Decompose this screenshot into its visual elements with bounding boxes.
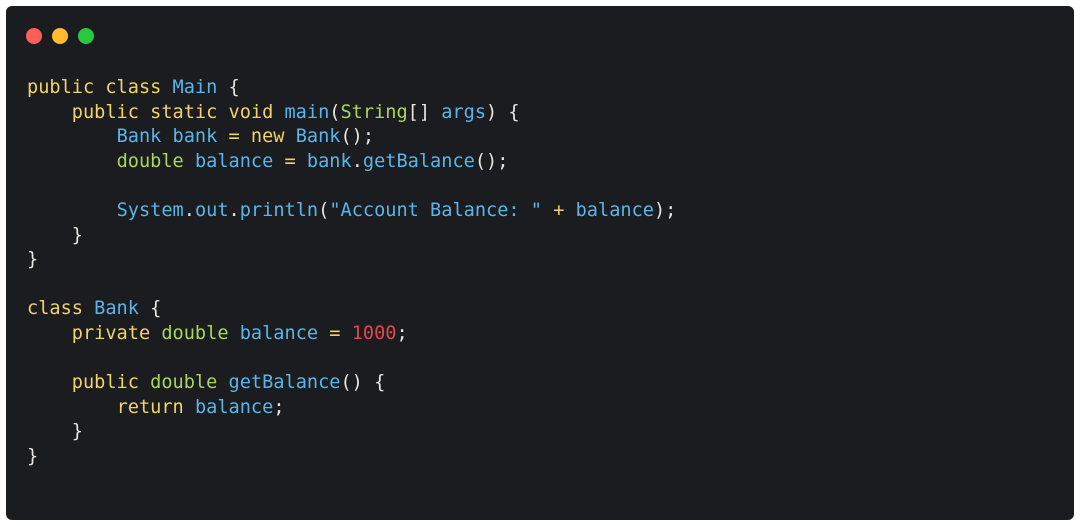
code-line: Bank bank = new Bank(); (27, 125, 676, 150)
code-token: = (217, 126, 251, 148)
close-dot-icon[interactable] (26, 28, 42, 44)
code-line: double balance = bank.getBalance(); (27, 150, 676, 175)
code-token: public (71, 372, 151, 394)
code-token: { (138, 298, 162, 320)
code-line: public double getBalance() { (27, 371, 676, 396)
code-token: (); (340, 126, 375, 148)
code-block: public class Main { public static void m… (27, 76, 676, 470)
code-token: new (250, 126, 296, 148)
code-window: public class Main { public static void m… (6, 6, 1074, 520)
code-token: + (542, 199, 576, 221)
code-line: } (27, 248, 676, 273)
code-token: bank (306, 150, 352, 172)
code-token: [] (407, 101, 442, 123)
code-token: } (27, 249, 39, 271)
code-token: double (116, 150, 195, 172)
code-token: Main (172, 77, 218, 98)
code-line: return balance; (27, 396, 676, 421)
code-token: balance (575, 199, 654, 221)
code-token: balance (194, 396, 274, 418)
code-token: = (273, 150, 307, 172)
code-token: "Account Balance: " (329, 199, 543, 221)
code-token: System (116, 199, 184, 221)
code-token: out (194, 199, 229, 221)
code-token: Bank (94, 298, 139, 320)
code-token: double (161, 322, 240, 344)
code-token: . (183, 199, 195, 221)
code-token: return (116, 396, 195, 418)
code-token: balance (194, 150, 274, 172)
code-token: } (27, 224, 83, 246)
code-line: } (27, 420, 676, 445)
code-token: = (318, 322, 352, 344)
code-token: . (351, 150, 363, 172)
code-token: double (150, 372, 229, 394)
code-token: getBalance (362, 150, 475, 172)
code-token: (); (474, 150, 509, 172)
code-line: } (27, 224, 676, 249)
code-line: public static void main(String[] args) { (27, 101, 676, 126)
code-token: } (27, 445, 39, 467)
code-token: ; (273, 396, 285, 418)
code-token: ); (653, 199, 677, 221)
maximize-dot-icon[interactable] (78, 28, 94, 44)
code-token: } (27, 421, 83, 443)
code-token: class (27, 298, 95, 320)
code-line: public class Main { (27, 76, 676, 101)
window-controls (26, 28, 94, 44)
code-token: Bank (295, 126, 341, 148)
code-line: private double balance = 1000; (27, 322, 676, 347)
code-token: () { (340, 372, 386, 394)
code-token: ; (396, 322, 408, 344)
code-token: balance (239, 322, 319, 344)
code-token: String (340, 101, 408, 123)
code-token: Bank bank (116, 126, 218, 148)
code-token: main (284, 101, 330, 123)
code-token: private (71, 322, 162, 344)
code-token: ( (329, 101, 341, 123)
code-token: ( (318, 199, 330, 221)
code-line: System.out.println("Account Balance: " +… (27, 199, 677, 224)
code-token: public static void (71, 101, 285, 123)
code-token: { (217, 77, 240, 98)
code-token: getBalance (228, 372, 341, 394)
code-token: . (228, 199, 240, 221)
minimize-dot-icon[interactable] (52, 28, 68, 44)
code-token: public class (27, 77, 173, 98)
code-token: println (239, 199, 319, 221)
code-token: ) { (486, 101, 520, 123)
code-token: 1000 (351, 322, 397, 344)
code-line: class Bank { (27, 297, 676, 322)
code-line: } (27, 445, 676, 470)
code-token: args (441, 101, 487, 123)
